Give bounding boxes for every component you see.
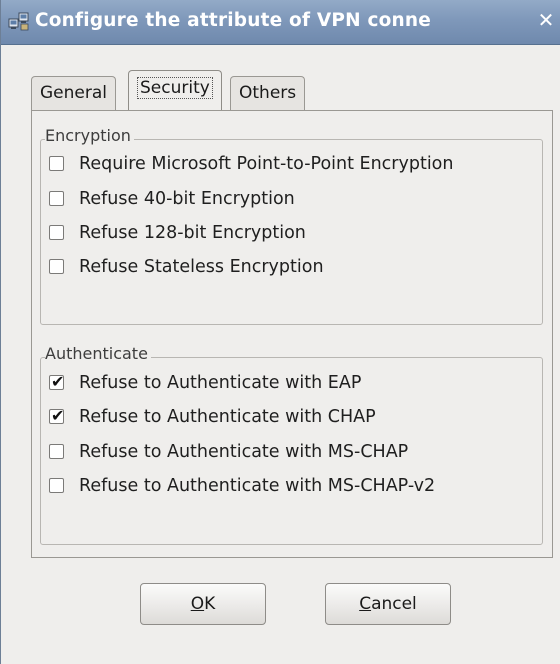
checkmark-icon: ✔ xyxy=(51,372,65,391)
tab-others-label: Others xyxy=(239,83,297,103)
encryption-group-label: Encryption xyxy=(45,126,134,145)
checkbox-box[interactable] xyxy=(49,444,64,459)
checkbox-label[interactable]: Refuse to Authenticate with MS-CHAP-v2 xyxy=(79,474,435,498)
checkbox-box[interactable] xyxy=(49,259,64,274)
cancel-mnemonic: C xyxy=(359,594,372,614)
tab-others[interactable]: Others xyxy=(230,76,306,110)
checkbox-label[interactable]: Refuse to Authenticate with CHAP xyxy=(79,405,376,429)
checkmark-icon: ✔ xyxy=(51,406,65,425)
checkbox-label[interactable]: Refuse to Authenticate with EAP xyxy=(79,371,361,395)
checkbox-label[interactable]: Refuse 40-bit Encryption xyxy=(79,187,295,211)
tab-security[interactable]: Security xyxy=(128,70,222,110)
window-title: Configure the attribute of VPN conne xyxy=(35,10,432,31)
checkbox-label[interactable]: Refuse 128-bit Encryption xyxy=(79,221,306,245)
tab-general[interactable]: General xyxy=(31,76,116,110)
authenticate-group-label: Authenticate xyxy=(45,344,151,363)
checkbox-label[interactable]: Require Microsoft Point-to-Point Encrypt… xyxy=(79,152,453,176)
checkbox-box[interactable] xyxy=(49,156,64,171)
checkbox-label[interactable]: Refuse Stateless Encryption xyxy=(79,255,324,279)
checkbox-box[interactable] xyxy=(49,225,64,240)
dialog-window: Configure the attribute of VPN conne ✕ G… xyxy=(0,0,560,664)
network-connection-icon xyxy=(8,12,29,31)
title-bar[interactable]: Configure the attribute of VPN conne ✕ xyxy=(1,0,560,45)
close-icon[interactable]: ✕ xyxy=(535,9,557,31)
checkbox-box[interactable]: ✔ xyxy=(49,372,65,391)
tab-general-label: General xyxy=(40,83,107,103)
checkbox-box[interactable] xyxy=(49,478,64,493)
ok-button[interactable]: OK xyxy=(140,583,266,625)
cancel-label-rest: ancel xyxy=(371,594,417,614)
checkbox-box[interactable]: ✔ xyxy=(49,406,65,425)
cancel-button[interactable]: Cancel xyxy=(325,583,451,625)
ok-label-rest: K xyxy=(204,594,216,614)
checkbox-label[interactable]: Refuse to Authenticate with MS-CHAP xyxy=(79,440,408,464)
tab-security-label: Security xyxy=(137,77,213,99)
ok-mnemonic: O xyxy=(190,594,205,614)
checkbox-box[interactable] xyxy=(49,191,64,206)
